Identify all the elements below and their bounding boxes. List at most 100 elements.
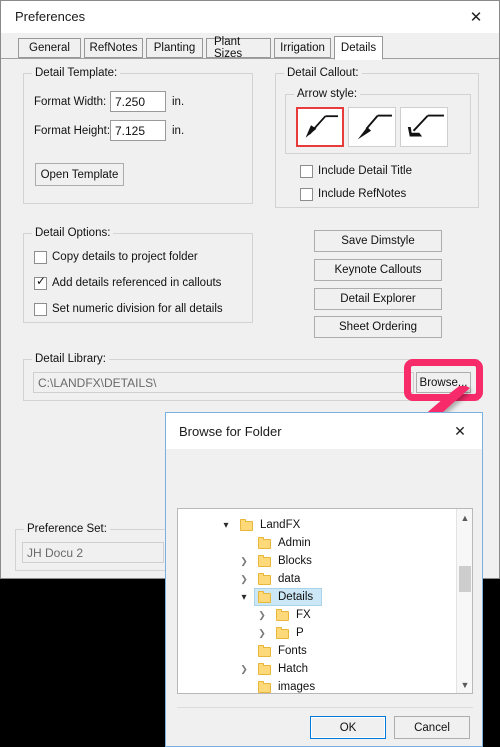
tab-general[interactable]: General: [18, 38, 81, 58]
preference-set-combobox[interactable]: JH Docu 2: [22, 542, 164, 563]
scroll-up-icon[interactable]: ▲: [457, 509, 472, 526]
detail-options-group: Detail Options: Copy details to project …: [23, 227, 253, 323]
check-icon: ✓: [36, 274, 47, 288]
set-numeric-division-checkbox[interactable]: [34, 303, 47, 316]
arrow-style-bent-icon[interactable]: [400, 107, 448, 147]
close-icon[interactable]: ✕: [446, 421, 474, 441]
tree-item-blocks[interactable]: ❯ Blocks: [178, 552, 472, 570]
tree-item-label: LandFX: [260, 519, 301, 531]
tree-item-admin[interactable]: Admin: [178, 534, 472, 552]
include-refnotes-checkbox[interactable]: [300, 188, 313, 201]
folder-icon: [276, 609, 290, 621]
folder-icon: [258, 681, 272, 693]
tree-item-data[interactable]: ❯ data: [178, 570, 472, 588]
browse-dialog-titlebar: Browse for Folder ✕: [166, 413, 482, 449]
arrow-glyph-filled: [305, 115, 338, 138]
tree-item-label: Details: [278, 591, 314, 603]
detail-library-path-input[interactable]: C:\LANDFX\DETAILS\: [33, 372, 414, 393]
scroll-down-icon[interactable]: ▼: [457, 676, 472, 693]
browse-button[interactable]: Browse...: [416, 372, 471, 393]
cancel-button[interactable]: Cancel: [394, 716, 470, 739]
detail-template-group: Detail Template: Format Width: 7.250 in.…: [23, 67, 253, 204]
detail-callout-group: Detail Callout: Arrow style: Include Det…: [275, 67, 479, 208]
preference-set-group: Preference Set: JH Docu 2: [15, 523, 167, 571]
include-detail-title-checkbox[interactable]: [300, 165, 313, 178]
open-template-button[interactable]: Open Template: [35, 163, 124, 186]
scrollbar-thumb[interactable]: [459, 566, 471, 592]
format-height-input[interactable]: 7.125: [110, 120, 166, 141]
tab-planting[interactable]: Planting: [146, 38, 203, 58]
tab-refnotes[interactable]: RefNotes: [84, 38, 143, 58]
chevron-right-icon[interactable]: ❯: [254, 624, 270, 642]
tab-details[interactable]: Details: [334, 36, 383, 60]
copy-details-label: Copy details to project folder: [52, 251, 198, 263]
chevron-right-icon[interactable]: ❯: [254, 606, 270, 624]
chevron-right-icon[interactable]: ❯: [236, 552, 252, 570]
tab-plant-sizes[interactable]: Plant Sizes: [206, 36, 271, 60]
tab-irrigation[interactable]: Irrigation: [274, 38, 331, 58]
tree-item-fonts[interactable]: Fonts: [178, 642, 472, 660]
add-details-checkbox[interactable]: ✓: [34, 274, 47, 290]
chevron-down-icon[interactable]: ▾: [218, 516, 234, 534]
folder-icon: [258, 537, 272, 549]
arrow-glyph-bent: [407, 114, 444, 137]
detail-library-legend: Detail Library:: [32, 353, 109, 365]
detail-explorer-button[interactable]: Detail Explorer: [314, 288, 442, 310]
folder-icon: [258, 555, 272, 567]
tree-item-label: FX: [296, 609, 311, 621]
tree-item-hatch[interactable]: ❯ Hatch: [178, 660, 472, 678]
tree-item-label: Admin: [278, 537, 311, 549]
preferences-titlebar: Preferences ✕: [1, 1, 499, 33]
set-numeric-division-label: Set numeric division for all details: [52, 303, 223, 315]
tree-scrollbar[interactable]: ▲ ▼: [456, 509, 472, 693]
detail-library-group: Detail Library: C:\LANDFX\DETAILS\ Brows…: [23, 353, 479, 401]
tree-item-details[interactable]: ▾ Details: [178, 588, 472, 606]
format-width-input[interactable]: 7.250: [110, 91, 166, 112]
tree-item-images[interactable]: images: [178, 678, 472, 693]
folder-tree[interactable]: ▾ LandFX Admin ❯ Blocks ❯ data ▾ Details: [177, 508, 473, 694]
arrow-glyph-tapered: [357, 114, 392, 140]
sheet-ordering-button[interactable]: Sheet Ordering: [314, 316, 442, 338]
keynote-callouts-button[interactable]: Keynote Callouts: [314, 259, 442, 281]
arrow-style-tapered-icon[interactable]: [348, 107, 396, 147]
folder-icon: [258, 645, 272, 657]
format-width-unit: in.: [172, 96, 185, 108]
tree-item-p[interactable]: ❯ P: [178, 624, 472, 642]
chevron-right-icon[interactable]: ❯: [236, 570, 252, 588]
ok-button[interactable]: OK: [310, 716, 386, 739]
arrow-style-group: Arrow style:: [285, 88, 471, 154]
detail-template-legend: Detail Template:: [32, 67, 121, 79]
preferences-title: Preferences: [15, 9, 86, 24]
folder-icon: [258, 663, 272, 675]
folder-icon: [258, 573, 272, 585]
format-height-label: Format Height:: [34, 125, 111, 137]
folder-icon: [258, 591, 272, 603]
arrow-style-filled-icon[interactable]: [296, 107, 344, 147]
include-refnotes-label: Include RefNotes: [318, 188, 407, 200]
arrow-style-legend: Arrow style:: [294, 88, 361, 100]
folder-icon: [276, 627, 290, 639]
browse-dialog-title: Browse for Folder: [179, 424, 282, 439]
dialog-separator: [177, 707, 473, 708]
tree-item-fx[interactable]: ❯ FX: [178, 606, 472, 624]
tree-item-label: Fonts: [278, 645, 307, 657]
folder-icon: [240, 519, 254, 531]
browse-for-folder-dialog: Browse for Folder ✕ ▾ LandFX Admin ❯ Blo…: [165, 412, 483, 747]
tree-item-landfx[interactable]: ▾ LandFX: [178, 516, 472, 534]
chevron-right-icon[interactable]: ❯: [236, 660, 252, 678]
tree-item-label: Blocks: [278, 555, 312, 567]
format-height-unit: in.: [172, 125, 185, 137]
detail-callout-legend: Detail Callout:: [284, 67, 362, 79]
include-detail-title-label: Include Detail Title: [318, 165, 412, 177]
add-details-label: Add details referenced in callouts: [52, 277, 222, 289]
tree-item-label: Hatch: [278, 663, 309, 675]
copy-details-checkbox[interactable]: [34, 251, 47, 264]
save-dimstyle-button[interactable]: Save Dimstyle: [314, 230, 442, 252]
preference-set-legend: Preference Set:: [24, 523, 110, 535]
chevron-down-icon[interactable]: ▾: [236, 588, 252, 606]
format-width-label: Format Width:: [34, 96, 107, 108]
tree-top-pad: [178, 509, 472, 516]
close-icon[interactable]: ✕: [461, 6, 491, 28]
detail-options-legend: Detail Options:: [32, 227, 114, 239]
tree-item-label: images: [278, 681, 316, 693]
